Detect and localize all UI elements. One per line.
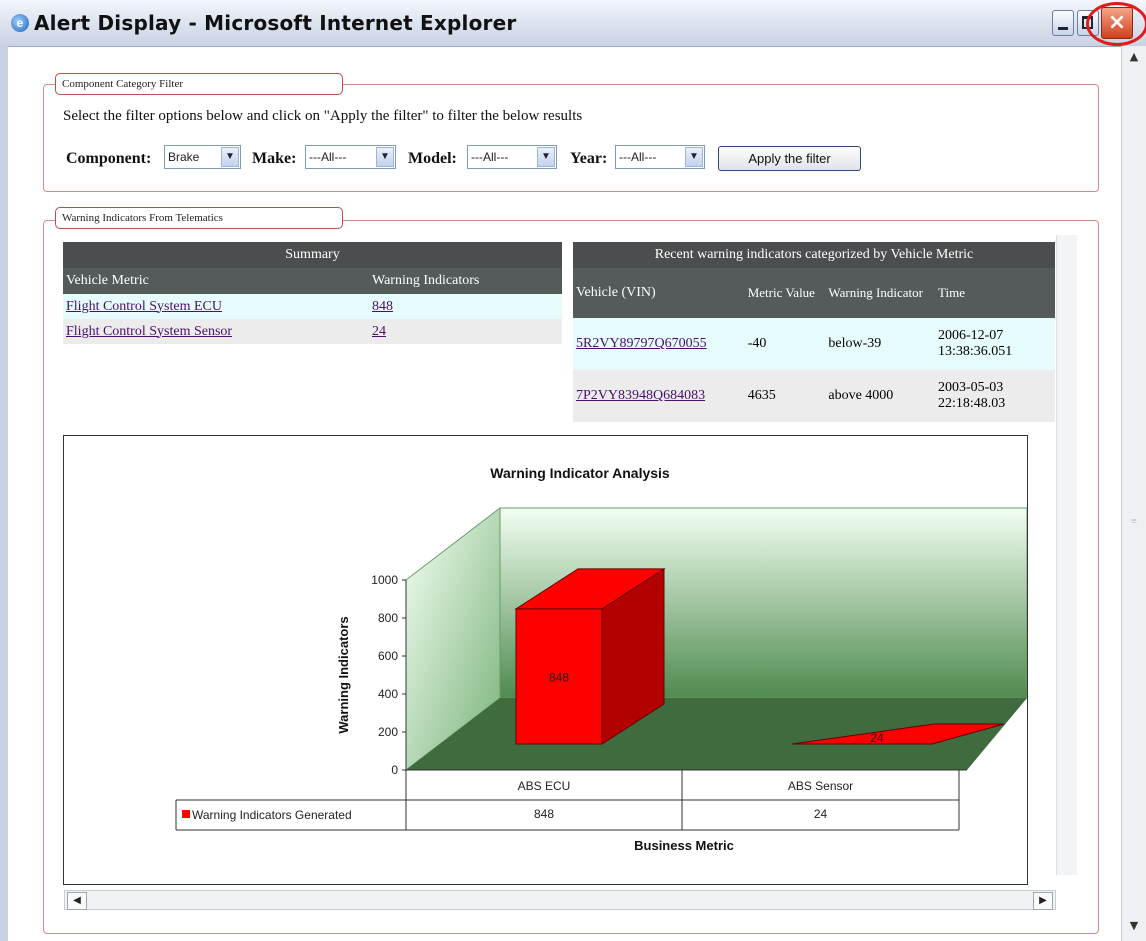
year-label: Year:	[570, 150, 608, 167]
scroll-left-icon[interactable]: ◀	[67, 892, 87, 910]
column-header: Warning Indicator	[828, 285, 923, 300]
window-frame-left	[0, 46, 8, 941]
summary-title-row: Summary	[63, 242, 562, 268]
metric-value: 4635	[747, 388, 776, 403]
recent-warnings-table: Recent warning indicators categorized by…	[573, 242, 1055, 422]
y-tick-label: 600	[378, 649, 398, 663]
y-tick-label: 0	[391, 763, 398, 777]
metric-value: -40	[747, 336, 767, 351]
chart-container: 0 200 400 600 800 1000 848 24 ABS ECU 848 ABS Sens…	[63, 435, 1028, 885]
page-vertical-scrollbar[interactable]: ▲ ≡ ▼	[1121, 46, 1146, 941]
metric-link[interactable]: Flight Control System ECU	[66, 299, 222, 314]
recent-title: Recent warning indicators categorized by…	[654, 247, 974, 262]
legend-label: Warning Indicators Generated	[192, 808, 352, 822]
data-table-value: 24	[814, 807, 828, 821]
y-tick-label: 1000	[371, 573, 398, 587]
chevron-down-icon[interactable]: ▼	[221, 147, 239, 167]
column-header: Vehicle Metric	[66, 273, 149, 288]
bar-data-label: 24	[870, 731, 884, 745]
telematics-legend: Warning Indicators From Telematics	[55, 207, 343, 229]
vin-link[interactable]: 7P2VY83948Q684083	[576, 388, 705, 403]
legend-swatch	[182, 810, 190, 818]
warning-indicator: below-39	[828, 336, 882, 351]
ie-logo-icon: e	[11, 14, 29, 32]
column-header: Metric Value	[747, 285, 815, 300]
summary-title: Summary	[285, 247, 340, 262]
component-label: Component:	[66, 150, 152, 167]
scroll-down-icon[interactable]: ▼	[1125, 919, 1143, 935]
y-tick-label: 800	[378, 611, 398, 625]
highlight-circle	[1086, 2, 1146, 46]
chevron-down-icon[interactable]: ▼	[537, 147, 555, 167]
recent-title-row: Recent warning indicators categorized by…	[573, 242, 1055, 268]
model-select-value: ---All---	[471, 150, 509, 164]
table-row: Flight Control System Sensor 24	[63, 319, 562, 344]
make-label: Make:	[252, 150, 297, 167]
y-axis-title: Warning Indicators	[336, 616, 351, 733]
time-value: 2006-12-07 13:38:36.051	[937, 328, 1013, 359]
bar-data-label: 848	[549, 670, 569, 684]
count-link[interactable]: 848	[372, 299, 393, 314]
x-category-label: ABS Sensor	[788, 779, 853, 793]
panel-vertical-scrollbar[interactable]	[1056, 235, 1077, 875]
make-select-value: ---All---	[309, 150, 347, 164]
column-header: Time	[937, 285, 965, 300]
y-tick-label: 200	[378, 725, 398, 739]
chevron-down-icon[interactable]: ▼	[376, 147, 394, 167]
x-category-label: ABS ECU	[518, 779, 571, 793]
filter-legend: Component Category Filter	[55, 73, 343, 95]
minimize-button[interactable]	[1052, 10, 1074, 36]
data-table-value: 848	[534, 807, 554, 821]
make-select[interactable]: ---All--- ▼	[305, 145, 396, 169]
count-link[interactable]: 24	[372, 324, 386, 339]
component-select[interactable]: Brake ▼	[164, 145, 241, 169]
scroll-thumb-grip[interactable]: ≡	[1126, 516, 1142, 534]
browser-window: e Alert Display - Microsoft Internet Exp…	[0, 0, 1146, 941]
title-bar: e Alert Display - Microsoft Internet Exp…	[0, 0, 1146, 47]
x-axis-title: Business Metric	[634, 838, 734, 853]
recent-header-row: Vehicle (VIN) Metric Value Warning Indic…	[573, 268, 1055, 318]
model-label: Model:	[408, 150, 457, 167]
table-row: 5R2VY89797Q670055 -40 below-39 2006-12-0…	[573, 318, 1055, 370]
summary-header-row: Vehicle Metric Warning Indicators	[63, 268, 562, 294]
year-select[interactable]: ---All--- ▼	[615, 145, 705, 169]
apply-filter-button[interactable]: Apply the filter	[718, 146, 861, 171]
filter-instruction: Select the filter options below and clic…	[63, 108, 583, 124]
column-header: Warning Indicators	[372, 273, 480, 288]
vin-link[interactable]: 5R2VY89797Q670055	[576, 336, 707, 351]
chart-title: Warning Indicator Analysis	[490, 465, 670, 481]
scroll-right-icon[interactable]: ▶	[1033, 892, 1053, 910]
model-select[interactable]: ---All--- ▼	[467, 145, 557, 169]
scroll-up-icon[interactable]: ▲	[1125, 50, 1143, 66]
warning-indicator: above 4000	[828, 388, 894, 403]
chevron-down-icon[interactable]: ▼	[685, 147, 703, 167]
table-row: Flight Control System ECU 848	[63, 294, 562, 319]
time-value: 2003-05-03 22:18:48.03	[937, 380, 1006, 411]
year-select-value: ---All---	[619, 150, 657, 164]
filter-panel	[43, 84, 1099, 192]
y-tick-label: 400	[378, 687, 398, 701]
table-row: 7P2VY83948Q684083 4635 above 4000 2003-0…	[573, 370, 1055, 422]
panel-horizontal-scrollbar[interactable]: ◀ ▶	[64, 890, 1056, 910]
summary-table: Summary Vehicle Metric Warning Indicator…	[63, 242, 562, 344]
warning-indicator-chart: 0 200 400 600 800 1000 848 24 ABS ECU 848 ABS Sens…	[175, 465, 1028, 853]
metric-link[interactable]: Flight Control System Sensor	[66, 324, 232, 339]
column-header: Vehicle (VIN)	[576, 285, 656, 300]
component-select-value: Brake	[168, 150, 200, 164]
window-title: Alert Display - Microsoft Internet Explo…	[34, 11, 517, 35]
